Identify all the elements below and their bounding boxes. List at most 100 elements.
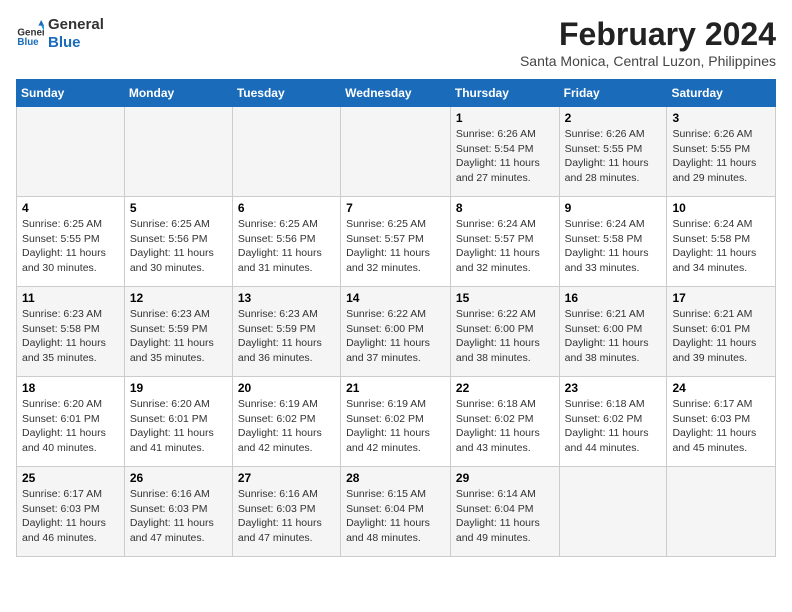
day-info: Sunrise: 6:19 AM Sunset: 6:02 PM Dayligh… (238, 397, 335, 456)
calendar-cell: 9Sunrise: 6:24 AM Sunset: 5:58 PM Daylig… (559, 197, 667, 287)
day-info: Sunrise: 6:16 AM Sunset: 6:03 PM Dayligh… (130, 487, 227, 546)
day-info: Sunrise: 6:20 AM Sunset: 6:01 PM Dayligh… (22, 397, 119, 456)
day-number: 15 (456, 291, 554, 305)
day-info: Sunrise: 6:23 AM Sunset: 5:59 PM Dayligh… (238, 307, 335, 366)
calendar-week-row: 11 Sunrise: 6:23 AM Sunset: 5:58 PM Dayli… (17, 287, 776, 377)
day-number: 1 (456, 111, 554, 125)
day-number: 16 (565, 291, 662, 305)
day-number: 9 (565, 201, 662, 215)
day-number: 11 (22, 291, 119, 305)
calendar-cell: 5 Sunrise: 6:25 AM Sunset: 5:56 PM Daylig… (124, 197, 232, 287)
day-info: Sunrise: 6:26 AM Sunset: 5:55 PM Dayligh… (672, 127, 770, 186)
logo-line1: General (48, 16, 104, 34)
calendar-cell: 24 Sunrise: 6:17 AM Sunset: 6:03 PM Dayli… (667, 377, 776, 467)
calendar-cell (232, 107, 340, 197)
day-number: 28 (346, 471, 445, 485)
day-number: 13 (238, 291, 335, 305)
day-number: 21 (346, 381, 445, 395)
calendar-cell: 17Sunrise: 6:21 AM Sunset: 6:01 PM Dayli… (667, 287, 776, 377)
calendar-cell: 10 Sunrise: 6:24 AM Sunset: 5:58 PM Dayli… (667, 197, 776, 287)
day-info: Sunrise: 6:26 AM Sunset: 5:55 PM Dayligh… (565, 127, 662, 186)
calendar-week-row: 4 Sunrise: 6:25 AM Sunset: 5:55 PM Daylig… (17, 197, 776, 287)
day-info: Sunrise: 6:25 AM Sunset: 5:57 PM Dayligh… (346, 217, 445, 276)
calendar-cell: 18Sunrise: 6:20 AM Sunset: 6:01 PM Dayli… (17, 377, 125, 467)
calendar-cell (559, 467, 667, 557)
calendar-cell (17, 107, 125, 197)
calendar-cell: 14Sunrise: 6:22 AM Sunset: 6:00 PM Dayli… (341, 287, 451, 377)
calendar-week-row: 18Sunrise: 6:20 AM Sunset: 6:01 PM Dayli… (17, 377, 776, 467)
day-info: Sunrise: 6:14 AM Sunset: 6:04 PM Dayligh… (456, 487, 554, 546)
day-info: Sunrise: 6:25 AM Sunset: 5:56 PM Dayligh… (130, 217, 227, 276)
day-number: 24 (672, 381, 770, 395)
day-info: Sunrise: 6:25 AM Sunset: 5:55 PM Dayligh… (22, 217, 119, 276)
day-number: 23 (565, 381, 662, 395)
calendar-cell: 27 Sunrise: 6:16 AM Sunset: 6:03 PM Dayli… (232, 467, 340, 557)
calendar-cell: 13 Sunrise: 6:23 AM Sunset: 5:59 PM Dayli… (232, 287, 340, 377)
header-friday: Friday (559, 80, 667, 107)
day-info: Sunrise: 6:26 AM Sunset: 5:54 PM Dayligh… (456, 127, 554, 186)
day-number: 6 (238, 201, 335, 215)
calendar-header-row: SundayMondayTuesdayWednesdayThursdayFrid… (17, 80, 776, 107)
header-sunday: Sunday (17, 80, 125, 107)
day-number: 5 (130, 201, 227, 215)
calendar-cell: 28 Sunrise: 6:15 AM Sunset: 6:04 PM Dayli… (341, 467, 451, 557)
title-area: February 2024 Santa Monica, Central Luzo… (520, 16, 776, 69)
calendar-cell: 26Sunrise: 6:16 AM Sunset: 6:03 PM Dayli… (124, 467, 232, 557)
header-monday: Monday (124, 80, 232, 107)
day-info: Sunrise: 6:19 AM Sunset: 6:02 PM Dayligh… (346, 397, 445, 456)
calendar-week-row: 1 Sunrise: 6:26 AM Sunset: 5:54 PM Daylig… (17, 107, 776, 197)
day-number: 10 (672, 201, 770, 215)
day-number: 29 (456, 471, 554, 485)
day-info: Sunrise: 6:15 AM Sunset: 6:04 PM Dayligh… (346, 487, 445, 546)
calendar-cell: 7 Sunrise: 6:25 AM Sunset: 5:57 PM Daylig… (341, 197, 451, 287)
header-saturday: Saturday (667, 80, 776, 107)
day-info: Sunrise: 6:17 AM Sunset: 6:03 PM Dayligh… (672, 397, 770, 456)
calendar-cell: 19 Sunrise: 6:20 AM Sunset: 6:01 PM Dayli… (124, 377, 232, 467)
page-subtitle: Santa Monica, Central Luzon, Philippines (520, 53, 776, 69)
day-number: 2 (565, 111, 662, 125)
calendar-cell: 3Sunrise: 6:26 AM Sunset: 5:55 PM Daylig… (667, 107, 776, 197)
day-info: Sunrise: 6:23 AM Sunset: 5:59 PM Dayligh… (130, 307, 227, 366)
day-number: 19 (130, 381, 227, 395)
calendar-cell: 2 Sunrise: 6:26 AM Sunset: 5:55 PM Daylig… (559, 107, 667, 197)
calendar-cell: 21 Sunrise: 6:19 AM Sunset: 6:02 PM Dayli… (341, 377, 451, 467)
calendar-cell: 15 Sunrise: 6:22 AM Sunset: 6:00 PM Dayli… (450, 287, 559, 377)
day-number: 17 (672, 291, 770, 305)
day-number: 25 (22, 471, 119, 485)
day-info: Sunrise: 6:18 AM Sunset: 6:02 PM Dayligh… (456, 397, 554, 456)
day-number: 22 (456, 381, 554, 395)
header-thursday: Thursday (450, 80, 559, 107)
day-number: 7 (346, 201, 445, 215)
day-info: Sunrise: 6:18 AM Sunset: 6:02 PM Dayligh… (565, 397, 662, 456)
calendar-cell: 11 Sunrise: 6:23 AM Sunset: 5:58 PM Dayli… (17, 287, 125, 377)
day-info: Sunrise: 6:17 AM Sunset: 6:03 PM Dayligh… (22, 487, 119, 546)
header-wednesday: Wednesday (341, 80, 451, 107)
day-info: Sunrise: 6:22 AM Sunset: 6:00 PM Dayligh… (346, 307, 445, 366)
calendar-cell (124, 107, 232, 197)
svg-text:Blue: Blue (17, 37, 39, 48)
calendar-cell (341, 107, 451, 197)
calendar-cell: 23 Sunrise: 6:18 AM Sunset: 6:02 PM Dayli… (559, 377, 667, 467)
day-info: Sunrise: 6:24 AM Sunset: 5:58 PM Dayligh… (672, 217, 770, 276)
day-number: 27 (238, 471, 335, 485)
day-info: Sunrise: 6:21 AM Sunset: 6:00 PM Dayligh… (565, 307, 662, 366)
day-info: Sunrise: 6:16 AM Sunset: 6:03 PM Dayligh… (238, 487, 335, 546)
calendar-cell (667, 467, 776, 557)
day-info: Sunrise: 6:24 AM Sunset: 5:57 PM Dayligh… (456, 217, 554, 276)
day-info: Sunrise: 6:22 AM Sunset: 6:00 PM Dayligh… (456, 307, 554, 366)
day-info: Sunrise: 6:25 AM Sunset: 5:56 PM Dayligh… (238, 217, 335, 276)
calendar-cell: 4 Sunrise: 6:25 AM Sunset: 5:55 PM Daylig… (17, 197, 125, 287)
day-info: Sunrise: 6:20 AM Sunset: 6:01 PM Dayligh… (130, 397, 227, 456)
calendar-cell: 22 Sunrise: 6:18 AM Sunset: 6:02 PM Dayli… (450, 377, 559, 467)
day-info: Sunrise: 6:23 AM Sunset: 5:58 PM Dayligh… (22, 307, 119, 366)
logo-icon: General Blue (16, 20, 44, 48)
calendar-cell: 12Sunrise: 6:23 AM Sunset: 5:59 PM Dayli… (124, 287, 232, 377)
calendar-cell: 29 Sunrise: 6:14 AM Sunset: 6:04 PM Dayli… (450, 467, 559, 557)
header-tuesday: Tuesday (232, 80, 340, 107)
calendar-cell: 1 Sunrise: 6:26 AM Sunset: 5:54 PM Daylig… (450, 107, 559, 197)
calendar-cell: 25 Sunrise: 6:17 AM Sunset: 6:03 PM Dayli… (17, 467, 125, 557)
calendar-cell: 20Sunrise: 6:19 AM Sunset: 6:02 PM Dayli… (232, 377, 340, 467)
day-number: 4 (22, 201, 119, 215)
calendar-cell: 16 Sunrise: 6:21 AM Sunset: 6:00 PM Dayli… (559, 287, 667, 377)
calendar-cell: 8Sunrise: 6:24 AM Sunset: 5:57 PM Daylig… (450, 197, 559, 287)
